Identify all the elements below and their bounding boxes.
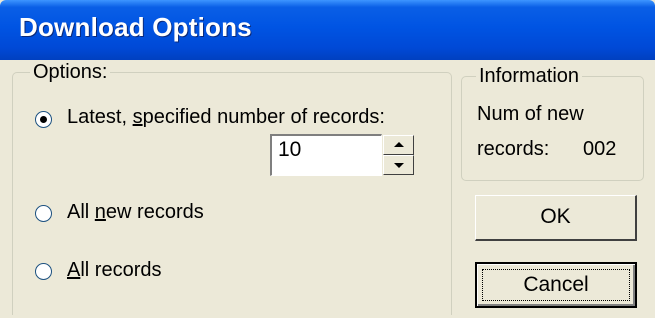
- dialog-body: Options: Latest, specified number of rec…: [0, 60, 655, 318]
- radio-all-new-button[interactable]: [35, 205, 52, 222]
- info-records-value: 002: [583, 138, 617, 160]
- records-count-input[interactable]: 10: [270, 134, 382, 176]
- window-title: Download Options: [19, 12, 252, 42]
- info-line-1: Num of new: [477, 103, 584, 125]
- window-titlebar[interactable]: Download Options: [0, 0, 655, 60]
- up-arrow-icon: [394, 142, 404, 147]
- ok-button[interactable]: OK: [475, 195, 637, 241]
- spin-down-button[interactable]: [383, 155, 414, 175]
- radio-latest-label[interactable]: Latest, specified number of records:: [67, 105, 385, 129]
- spin-up-button[interactable]: [383, 135, 414, 155]
- options-legend: Options:: [30, 61, 111, 83]
- focus-rect: [482, 269, 630, 301]
- information-legend: Information: [476, 65, 583, 87]
- radio-all-label[interactable]: All records: [67, 258, 161, 282]
- info-records-label: records:: [477, 138, 550, 160]
- ok-button-label: OK: [540, 205, 571, 228]
- information-groupbox: Information: [461, 65, 644, 181]
- cancel-button[interactable]: Cancel: [475, 262, 637, 308]
- radio-latest-button[interactable]: [35, 111, 52, 128]
- radio-all-button[interactable]: [35, 263, 52, 280]
- down-arrow-icon: [394, 163, 404, 168]
- radio-all-new-label[interactable]: All new records: [67, 200, 204, 224]
